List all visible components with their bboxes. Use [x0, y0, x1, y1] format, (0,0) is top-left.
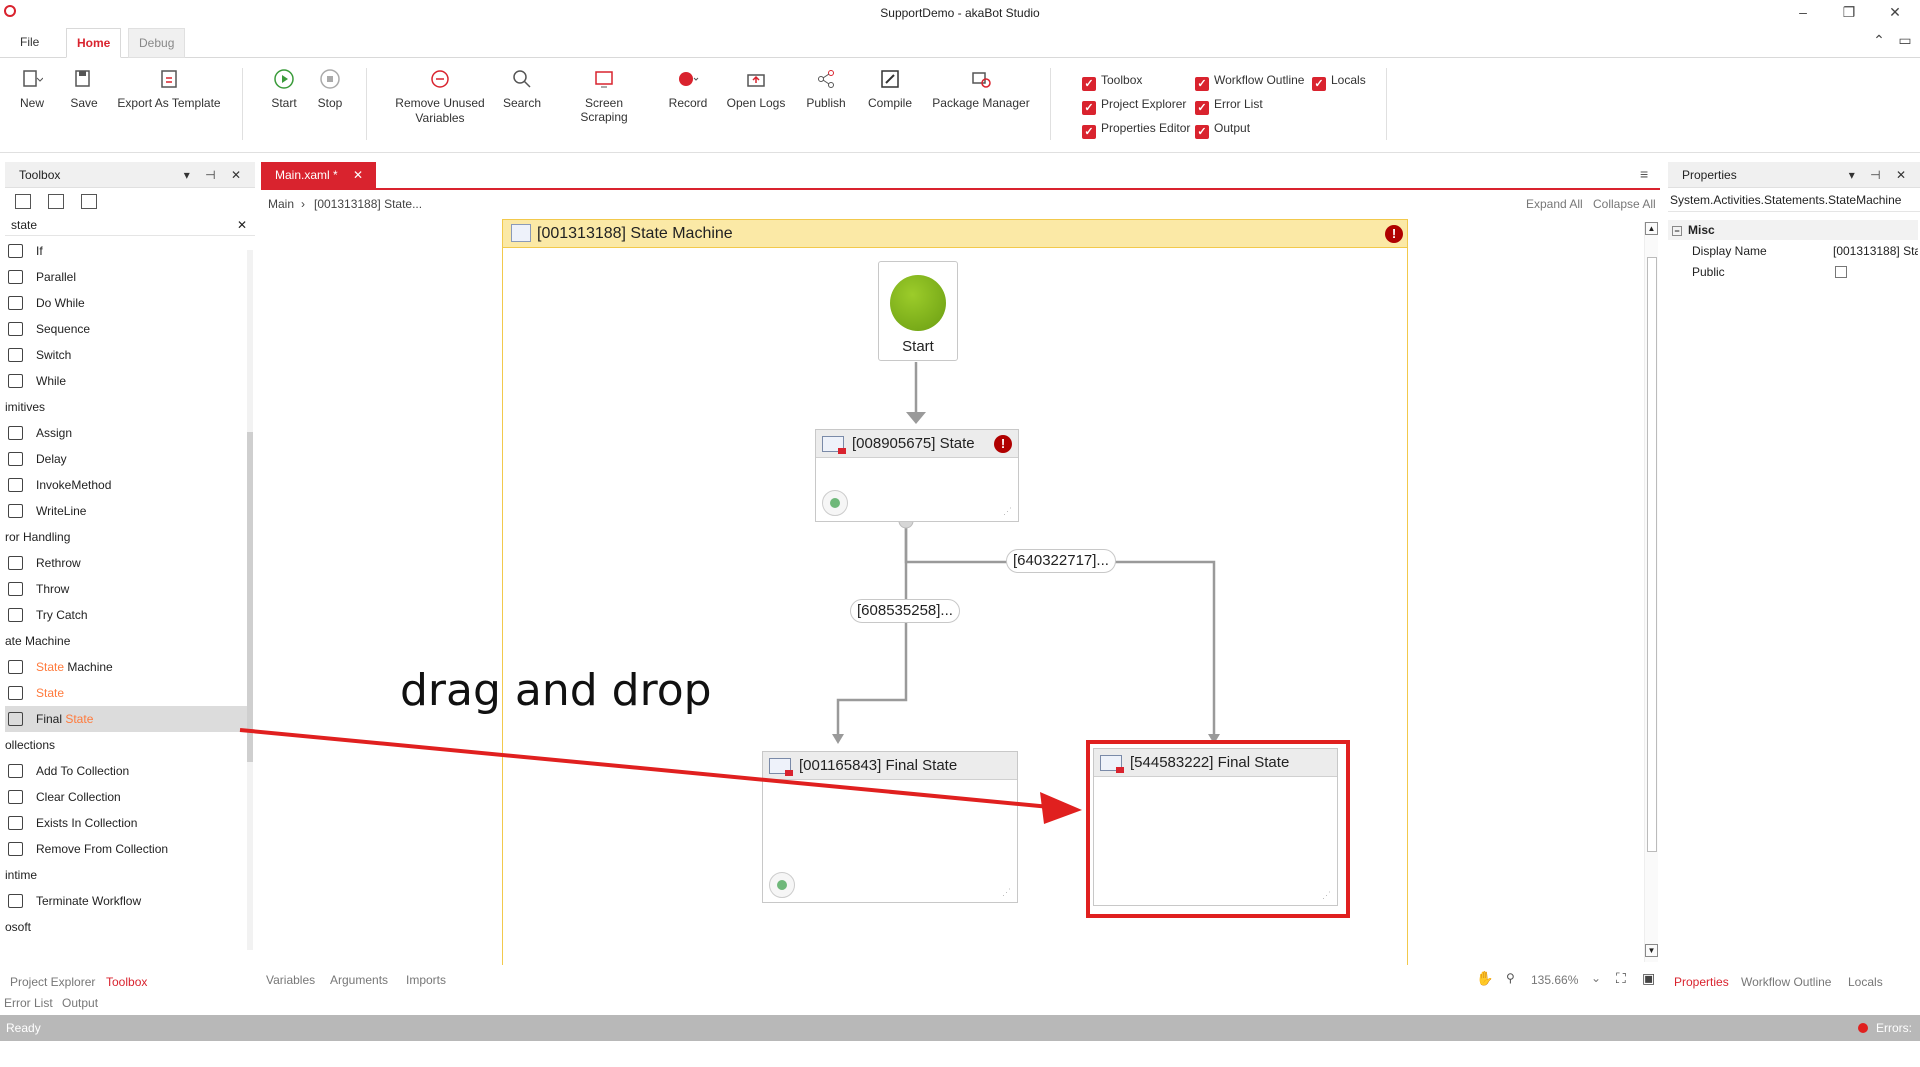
- tab-properties[interactable]: Properties: [1674, 975, 1729, 989]
- properties-panel: Properties ▾ ⊣ ✕ System.Activities.State…: [1668, 162, 1920, 972]
- zoom-level[interactable]: 135.66%: [1531, 973, 1578, 987]
- panel-controls[interactable]: ▾ ⊣ ✕: [1849, 162, 1912, 188]
- status-text: Ready: [6, 1021, 41, 1035]
- zoom-dropdown-icon[interactable]: ⌄: [1591, 971, 1601, 985]
- annotation-arrow: [239, 728, 1082, 824]
- property-row[interactable]: Display Name [001313188] Stat: [1668, 241, 1918, 261]
- tab-arguments[interactable]: Arguments: [330, 973, 388, 987]
- bottom-bar: Project Explorer Toolbox Error List Outp…: [0, 965, 1920, 1015]
- tab-locals[interactable]: Locals: [1848, 975, 1883, 989]
- error-dot-icon: [1858, 1023, 1868, 1033]
- fit-to-screen-icon[interactable]: ⛶: [1616, 970, 1626, 987]
- tab-imports[interactable]: Imports: [406, 973, 446, 987]
- public-checkbox[interactable]: [1835, 266, 1847, 278]
- scroll-up-icon[interactable]: ▲: [1645, 222, 1658, 235]
- property-row[interactable]: Public: [1668, 262, 1918, 282]
- property-name: Public: [1692, 265, 1725, 279]
- scroll-down-icon[interactable]: ▼: [1645, 944, 1658, 957]
- misc-section-label: Misc: [1688, 223, 1715, 237]
- property-name: Display Name: [1692, 244, 1767, 258]
- tab-variables[interactable]: Variables: [266, 973, 315, 987]
- error-count[interactable]: Errors: 1: [1876, 1015, 1920, 1067]
- properties-title: Properties: [1682, 168, 1737, 182]
- display-name-field[interactable]: [001313188] Stat: [1833, 241, 1918, 261]
- tab-output[interactable]: Output: [62, 996, 98, 1010]
- hand-pan-icon[interactable]: ✋: [1476, 970, 1493, 987]
- properties-type: System.Activities.Statements.StateMachin…: [1668, 188, 1920, 212]
- overview-map-icon[interactable]: ▣: [1642, 970, 1655, 987]
- tab-toolbox[interactable]: Toolbox: [106, 975, 147, 989]
- tab-project-explorer[interactable]: Project Explorer: [10, 975, 95, 989]
- properties-header: Properties ▾ ⊣ ✕: [1668, 162, 1920, 188]
- properties-section[interactable]: − Misc: [1668, 220, 1918, 240]
- tab-error-list[interactable]: Error List: [4, 996, 53, 1010]
- canvas-scrollbar[interactable]: ▲ ▼: [1644, 222, 1658, 962]
- zoom-icon[interactable]: ⚲: [1506, 971, 1515, 985]
- canvas-scroll-thumb[interactable]: [1647, 257, 1657, 852]
- annotation-text: drag and drop: [400, 665, 712, 716]
- status-bar: Ready Errors: 1: [0, 1015, 1920, 1061]
- tab-workflow-outline[interactable]: Workflow Outline: [1741, 975, 1831, 989]
- collapse-section-icon[interactable]: −: [1672, 226, 1682, 236]
